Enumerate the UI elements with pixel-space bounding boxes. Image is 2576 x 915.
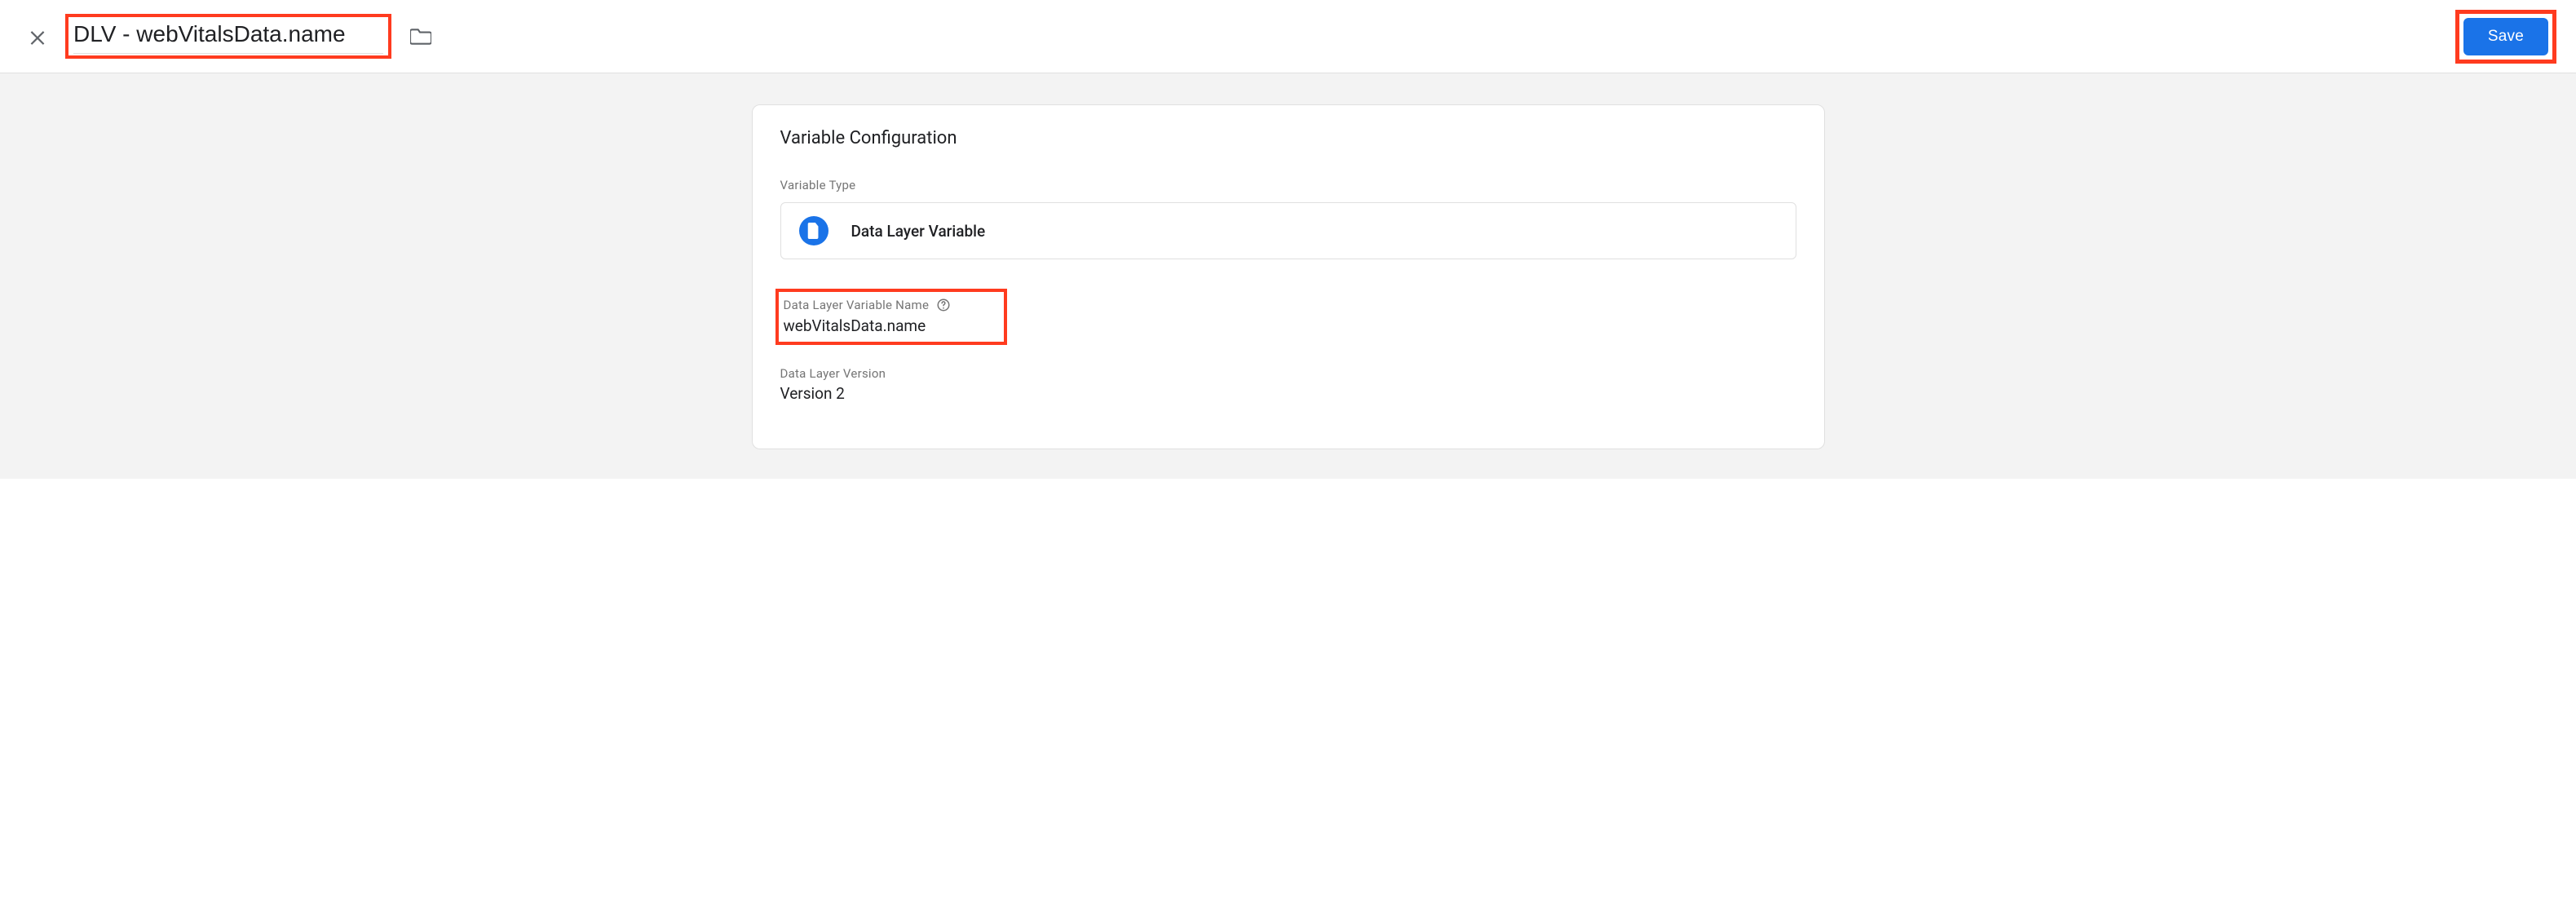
variable-type-selector[interactable]: Data Layer Variable — [780, 202, 1796, 259]
help-icon[interactable] — [935, 297, 952, 313]
dlv-version-field: Data Layer Version Version 2 — [780, 366, 1796, 403]
variable-type-name: Data Layer Variable — [851, 222, 986, 241]
dlv-name-label: Data Layer Variable Name — [784, 298, 930, 312]
save-button[interactable]: Save — [2463, 18, 2548, 55]
variable-name-highlight — [65, 14, 391, 59]
card-title: Variable Configuration — [780, 128, 1796, 148]
folder-button[interactable] — [404, 20, 437, 53]
save-button-highlight: Save — [2455, 10, 2556, 64]
variable-config-card: Variable Configuration Variable Type Dat… — [752, 104, 1825, 449]
dlv-version-value[interactable]: Version 2 — [780, 384, 1796, 403]
folder-icon — [410, 28, 431, 46]
page-body: Variable Configuration Variable Type Dat… — [0, 73, 2576, 479]
dlv-version-label: Data Layer Version — [780, 366, 886, 381]
close-icon — [27, 26, 48, 47]
variable-type-label: Variable Type — [780, 178, 1796, 192]
app-bar: Save — [0, 0, 2576, 73]
variable-name-input[interactable] — [73, 19, 383, 54]
data-layer-variable-icon — [799, 216, 828, 245]
close-button[interactable] — [20, 19, 55, 55]
dlv-name-value[interactable]: webVitalsData.name — [784, 316, 996, 335]
dlv-name-highlight: Data Layer Variable Name webVitalsData.n… — [775, 289, 1007, 345]
